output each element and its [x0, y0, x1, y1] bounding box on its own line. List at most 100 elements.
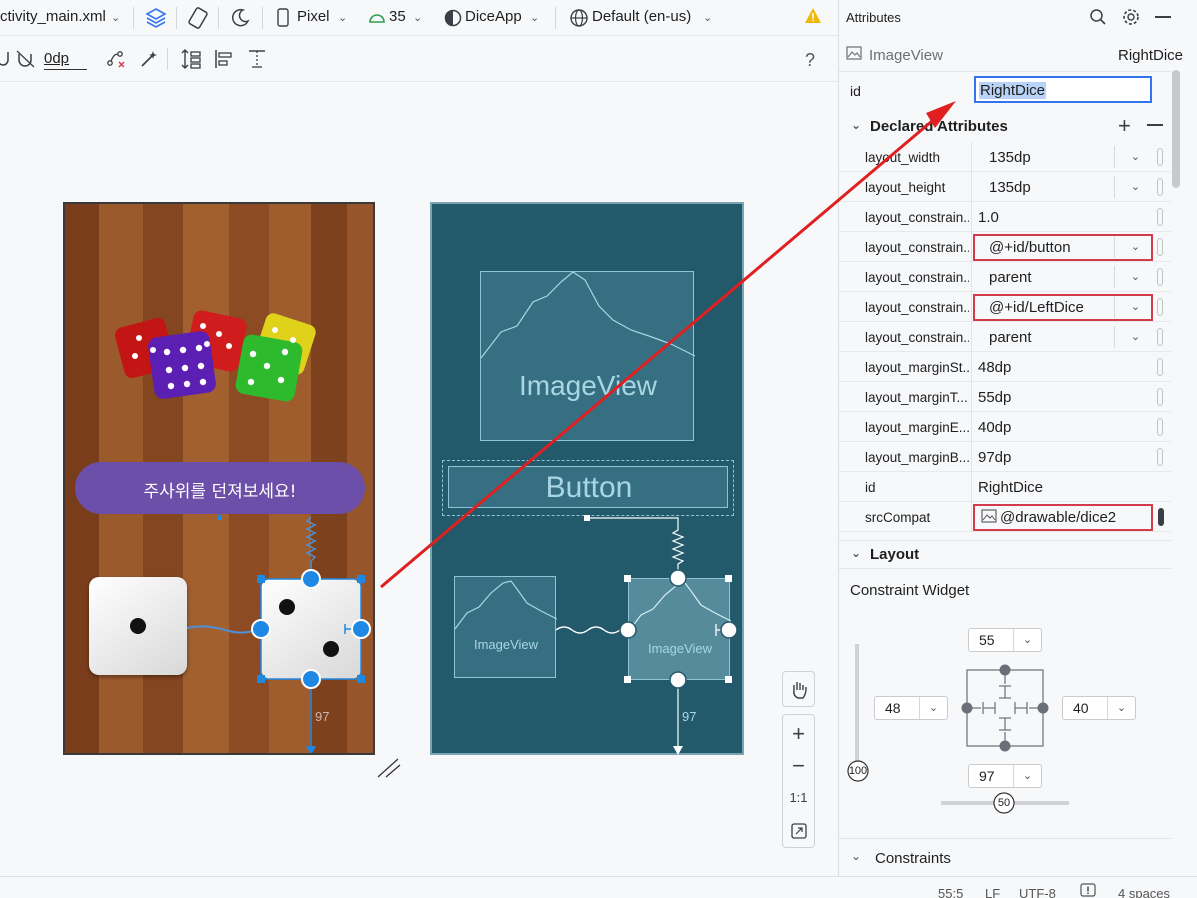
attr-row-id[interactable]: id RightDice — [839, 472, 1171, 502]
chevron-down-icon[interactable]: ⌄ — [1114, 176, 1156, 198]
attr-row-margin-start[interactable]: layout_marginSt... 48dp — [839, 352, 1171, 382]
device-selector[interactable]: Pixel — [297, 8, 330, 25]
attr-value[interactable]: 40dp — [978, 419, 1011, 436]
id-input[interactable]: RightDice — [974, 76, 1152, 103]
zoom-in-button[interactable]: + — [783, 721, 814, 747]
attr-row-constraint-start[interactable]: layout_constrain... @+id/LeftDice ⌄ — [839, 292, 1171, 322]
resize-handle-icon[interactable] — [376, 757, 402, 779]
attr-pill[interactable] — [1157, 328, 1163, 346]
constraints-section-header[interactable]: ⌄ Constraints — [839, 849, 1171, 869]
locale-selector[interactable]: Default (en-us) — [592, 8, 691, 25]
attr-row-constraint-end[interactable]: layout_constrain... parent ⌄ — [839, 262, 1171, 292]
chevron-down-icon[interactable]: ⌄ — [1107, 697, 1135, 719]
file-encoding[interactable]: UTF-8 — [1019, 886, 1056, 898]
readonly-icon[interactable] — [1080, 883, 1096, 897]
attr-row-constraint-bottom[interactable]: layout_constrain... @+id/button ⌄ — [839, 232, 1171, 262]
attr-row-layout-width[interactable]: layout_width 135dp ⌄ — [839, 142, 1171, 172]
infer-constraints-icon[interactable] — [139, 49, 159, 69]
attr-pill[interactable] — [1157, 238, 1163, 256]
zoom-fit-icon[interactable] — [791, 823, 807, 839]
attr-pill[interactable] — [1157, 268, 1163, 286]
clear-constraints-icon[interactable] — [106, 50, 126, 68]
zoom-out-button[interactable]: − — [783, 753, 814, 779]
warning-icon[interactable] — [804, 7, 822, 24]
chevron-down-icon[interactable]: ⌄ — [338, 11, 347, 24]
indent-setting[interactable]: 4 spaces — [1118, 886, 1170, 898]
attr-value[interactable]: 135dp — [989, 179, 1031, 196]
chevron-down-icon[interactable]: ⌄ — [1114, 326, 1156, 348]
attr-value[interactable]: 48dp — [978, 359, 1011, 376]
scrollbar[interactable] — [1171, 68, 1181, 188]
margin-bottom-value[interactable]: 97 — [979, 768, 995, 784]
attr-pill[interactable] — [1157, 358, 1163, 376]
attr-row-constraint-top[interactable]: layout_constrain... parent ⌄ — [839, 322, 1171, 352]
chevron-down-icon[interactable]: ⌄ — [1114, 146, 1156, 168]
chevron-down-icon[interactable]: ⌄ — [1114, 266, 1156, 288]
gear-icon[interactable] — [1121, 7, 1141, 27]
pan-button[interactable] — [782, 671, 815, 707]
add-attribute-button[interactable]: + — [1118, 113, 1131, 139]
attr-pill[interactable] — [1157, 298, 1163, 316]
attr-pill[interactable] — [1157, 178, 1163, 196]
horizontal-bias-value[interactable]: 50 — [994, 797, 1014, 809]
attr-value[interactable]: 1.0 — [978, 209, 999, 226]
clear-margins-icon[interactable] — [16, 50, 36, 68]
chevron-down-icon[interactable]: ⌄ — [851, 118, 861, 132]
line-ending[interactable]: LF — [985, 886, 1000, 898]
scrollbar-thumb[interactable] — [1172, 70, 1180, 188]
search-icon[interactable] — [1089, 8, 1107, 26]
attr-value[interactable]: 55dp — [978, 389, 1011, 406]
file-tab[interactable]: ctivity_main.xml — [0, 8, 106, 25]
chevron-down-icon[interactable]: ⌄ — [919, 697, 947, 719]
chevron-down-icon[interactable]: ⌄ — [1013, 765, 1041, 787]
remove-attribute-button[interactable] — [1147, 124, 1163, 126]
layers-icon[interactable] — [144, 6, 168, 30]
attr-row-margin-end[interactable]: layout_marginE... 40dp — [839, 412, 1171, 442]
chevron-down-icon[interactable]: ⌄ — [1013, 629, 1041, 651]
attr-pill[interactable] — [1157, 418, 1163, 436]
margin-start-spinner[interactable]: 48 ⌄ — [874, 696, 948, 720]
chevron-down-icon[interactable]: ⌄ — [851, 546, 861, 560]
attr-pill[interactable] — [1157, 208, 1163, 226]
zoom-actual-size-button[interactable]: 1:1 — [783, 790, 814, 805]
attr-value[interactable]: 97dp — [978, 449, 1011, 466]
attr-value[interactable]: parent — [989, 329, 1032, 346]
attr-pill[interactable] — [1157, 148, 1163, 166]
chevron-down-icon[interactable]: ⌄ — [413, 11, 422, 24]
attr-pill-filled[interactable] — [1158, 508, 1164, 526]
guidelines-icon[interactable] — [246, 48, 268, 70]
margin-top-value[interactable]: 55 — [979, 632, 995, 648]
api-selector[interactable]: 35 — [389, 8, 406, 25]
margin-end-value[interactable]: 40 — [1073, 700, 1089, 716]
attr-row-constraint-bias[interactable]: layout_constrain... 1.0 — [839, 202, 1171, 232]
attr-pill[interactable] — [1157, 388, 1163, 406]
blueprint-view[interactable]: ImageView Button ImageView ImageView 97 — [430, 202, 744, 755]
chevron-down-icon[interactable]: ⌄ — [851, 849, 861, 863]
attr-value[interactable]: 135dp — [989, 149, 1031, 166]
vertical-bias-value[interactable]: 100 — [848, 765, 868, 777]
margin-end-spinner[interactable]: 40 ⌄ — [1062, 696, 1136, 720]
help-icon[interactable]: ? — [805, 50, 815, 71]
align-icon[interactable] — [213, 48, 235, 70]
margin-bottom-spinner[interactable]: 97 ⌄ — [968, 764, 1042, 788]
attr-row-layout-height[interactable]: layout_height 135dp ⌄ — [839, 172, 1171, 202]
attr-value[interactable]: parent — [989, 269, 1032, 286]
design-preview[interactable]: 주사위를 던져보세요! 97 — [63, 202, 375, 755]
margin-start-value[interactable]: 48 — [885, 700, 901, 716]
cursor-position[interactable]: 55:5 — [938, 886, 963, 898]
chevron-down-icon[interactable]: ⌄ — [530, 11, 539, 24]
attr-row-margin-bottom[interactable]: layout_marginB... 97dp — [839, 442, 1171, 472]
chevron-down-icon[interactable]: ⌄ — [703, 11, 712, 24]
pack-icon[interactable] — [180, 48, 202, 70]
theme-selector[interactable]: DiceApp — [465, 8, 522, 25]
night-mode-icon[interactable] — [228, 6, 252, 30]
minimize-icon[interactable] — [1155, 16, 1171, 18]
attr-row-margin-top[interactable]: layout_marginT... 55dp — [839, 382, 1171, 412]
attr-row-src-compat[interactable]: srcCompat @drawable/dice2 — [839, 502, 1171, 532]
attr-pill[interactable] — [1157, 448, 1163, 466]
attr-value[interactable]: RightDice — [978, 479, 1043, 496]
orientation-icon[interactable] — [186, 6, 210, 30]
default-margin[interactable]: 0dp — [44, 50, 69, 67]
magnet-icon[interactable] — [0, 50, 10, 68]
chevron-down-icon[interactable]: ⌄ — [111, 11, 120, 24]
